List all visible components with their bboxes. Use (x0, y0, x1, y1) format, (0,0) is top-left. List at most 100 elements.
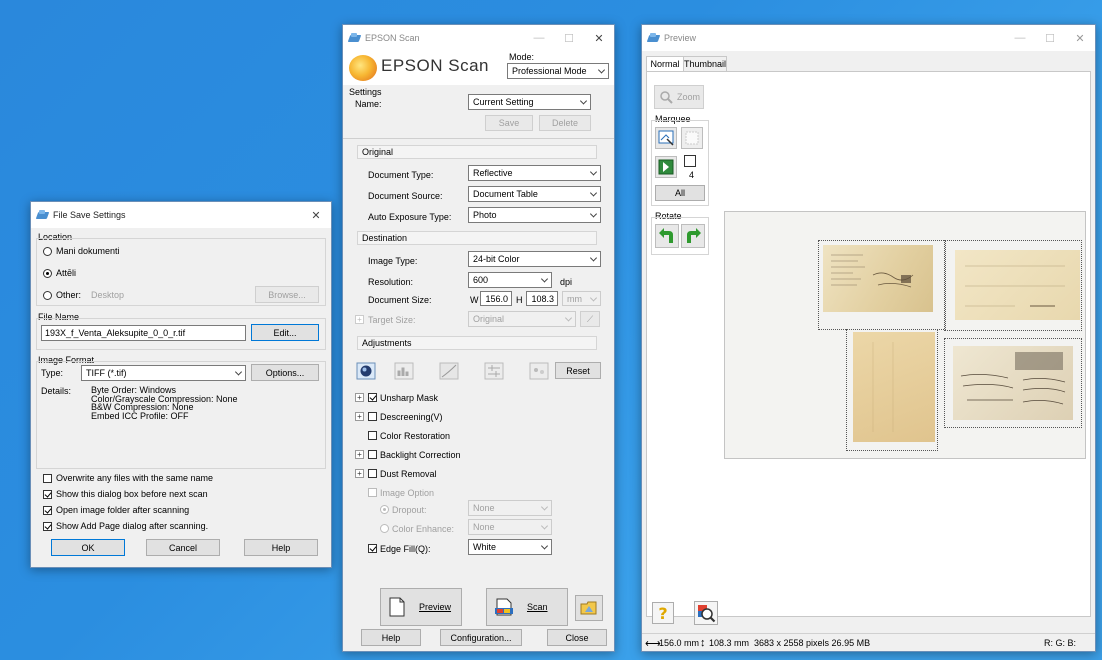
dust-removal-checkbox[interactable] (368, 469, 377, 478)
tab-normal[interactable]: Normal (646, 56, 684, 72)
help-button[interactable]: Help (361, 629, 421, 646)
cancel-button[interactable]: Cancel (146, 539, 220, 556)
create-marquee-button[interactable] (655, 127, 677, 149)
histogram-icon[interactable] (393, 361, 415, 381)
title-bar[interactable]: Preview — ☐ ✕ (642, 25, 1095, 51)
height-arrow-icon: ↕ (700, 637, 706, 649)
resolution-value: 600 (473, 275, 489, 285)
resolution-select[interactable]: 600 (468, 272, 552, 288)
details-label: Details: (41, 386, 72, 396)
tone-correction-icon[interactable] (438, 361, 460, 381)
scan-preview-image[interactable] (724, 211, 1086, 459)
save-button[interactable]: Save (485, 115, 533, 131)
maximize-icon[interactable]: ☐ (554, 25, 584, 51)
marquee-frame-4[interactable] (944, 338, 1082, 428)
close-icon[interactable]: ✕ (1065, 25, 1095, 51)
descreening-expand-icon[interactable]: + (355, 412, 364, 421)
chevron-down-icon (589, 189, 598, 197)
delete-button[interactable]: Delete (539, 115, 591, 131)
unsharp-checkbox[interactable] (368, 393, 377, 402)
color-palette-icon[interactable] (528, 361, 550, 381)
configuration-button[interactable]: Configuration... (440, 629, 522, 646)
preview-button[interactable]: Preview (380, 588, 462, 626)
title-bar[interactable]: File Save Settings ✕ (31, 202, 331, 228)
doc-source-select[interactable]: Document Table (468, 186, 601, 202)
auto-exposure-icon[interactable] (355, 361, 377, 381)
doc-source-label: Document Source: (368, 191, 443, 201)
ok-button[interactable]: OK (51, 539, 125, 556)
color-restoration-checkbox[interactable] (368, 431, 377, 440)
help-button[interactable]: ? (652, 602, 674, 624)
color-enhance-radio[interactable] (380, 524, 389, 533)
target-size-select[interactable]: Original (468, 311, 576, 327)
width-input[interactable]: 156.0 (480, 291, 512, 306)
marquee-frame-1[interactable] (818, 240, 946, 330)
radio-other-label: Other: (56, 290, 82, 300)
close-button[interactable]: Close (547, 629, 607, 646)
minimize-icon[interactable]: — (524, 25, 554, 51)
dropout-radio[interactable] (380, 505, 389, 514)
image-type-select[interactable]: 24-bit Color (468, 251, 601, 267)
all-button[interactable]: All (655, 185, 705, 201)
zoom-button[interactable]: Zoom (654, 85, 704, 109)
orientation-icon: ⟋ (586, 313, 594, 324)
height-input[interactable]: 108.3 (526, 291, 558, 306)
unit-select[interactable]: mm (562, 291, 601, 306)
magnify-button[interactable] (694, 601, 718, 625)
help-button[interactable]: Help (244, 539, 318, 556)
radio-other[interactable] (43, 291, 52, 300)
mode-select[interactable]: Professional Mode (507, 63, 609, 79)
open-folder-checkbox[interactable] (43, 506, 52, 515)
adjustments-header: Adjustments (357, 336, 597, 350)
file-save-settings-button[interactable] (575, 595, 603, 621)
app-icon (349, 33, 361, 43)
close-icon[interactable]: ✕ (584, 25, 614, 51)
radio-atteli[interactable] (43, 269, 52, 278)
edit-button[interactable]: Edit... (251, 324, 319, 341)
window-title: Preview (664, 33, 697, 43)
doc-type-select[interactable]: Reflective (468, 165, 601, 181)
rotate-left-button[interactable] (655, 224, 679, 248)
options-button[interactable]: Options... (251, 364, 319, 381)
color-restoration-label: Color Restoration (380, 431, 451, 441)
image-adjustment-icon[interactable] (483, 361, 505, 381)
copy-marquee-button[interactable] (655, 156, 677, 178)
descreening-label: Descreening(V) (380, 412, 443, 422)
backlight-expand-icon[interactable]: + (355, 450, 364, 459)
minimize-icon[interactable]: — (1005, 25, 1035, 51)
original-header: Original (357, 145, 597, 159)
doc-size-label: Document Size: (368, 295, 432, 305)
edge-fill-select[interactable]: White (468, 539, 552, 555)
scan-button[interactable]: Scan (486, 588, 568, 626)
color-enhance-select[interactable]: None (468, 519, 552, 535)
unsharp-expand-icon[interactable]: + (355, 393, 364, 402)
marquee-frame-2[interactable] (944, 240, 1082, 331)
auto-exposure-select[interactable]: Photo (468, 207, 601, 223)
delete-marquee-button[interactable] (681, 127, 703, 149)
backlight-checkbox[interactable] (368, 450, 377, 459)
descreening-checkbox[interactable] (368, 412, 377, 421)
overwrite-checkbox[interactable] (43, 474, 52, 483)
reset-button[interactable]: Reset (555, 362, 601, 379)
dropout-select[interactable]: None (468, 500, 552, 516)
name-select[interactable]: Current Setting (468, 94, 591, 110)
tab-thumbnail[interactable]: Thumbnail (683, 56, 727, 72)
image-option-checkbox[interactable] (368, 488, 377, 497)
target-size-expand-icon[interactable]: + (355, 315, 364, 324)
maximize-icon[interactable]: ☐ (1035, 25, 1065, 51)
close-icon[interactable]: ✕ (301, 202, 331, 228)
orientation-button[interactable]: ⟋ (580, 311, 600, 327)
dust-expand-icon[interactable]: + (355, 469, 364, 478)
show-dialog-checkbox[interactable] (43, 490, 52, 499)
overwrite-label: Overwrite any files with the same name (56, 473, 214, 483)
file-name-input[interactable]: 193X_f_Venta_Aleksupite_0_0_r.tif (41, 325, 246, 341)
edge-fill-checkbox[interactable] (368, 544, 377, 553)
title-bar[interactable]: EPSON Scan — ☐ ✕ (343, 25, 614, 51)
add-page-checkbox[interactable] (43, 522, 52, 531)
marquee-frame-3[interactable] (846, 329, 938, 451)
rotate-right-button[interactable] (681, 224, 705, 248)
browse-button[interactable]: Browse... (255, 286, 319, 303)
radio-mani-dokumenti[interactable] (43, 247, 52, 256)
status-rgb: R: G: B: (1044, 638, 1077, 648)
type-select[interactable]: TIFF (*.tif) (81, 365, 246, 381)
